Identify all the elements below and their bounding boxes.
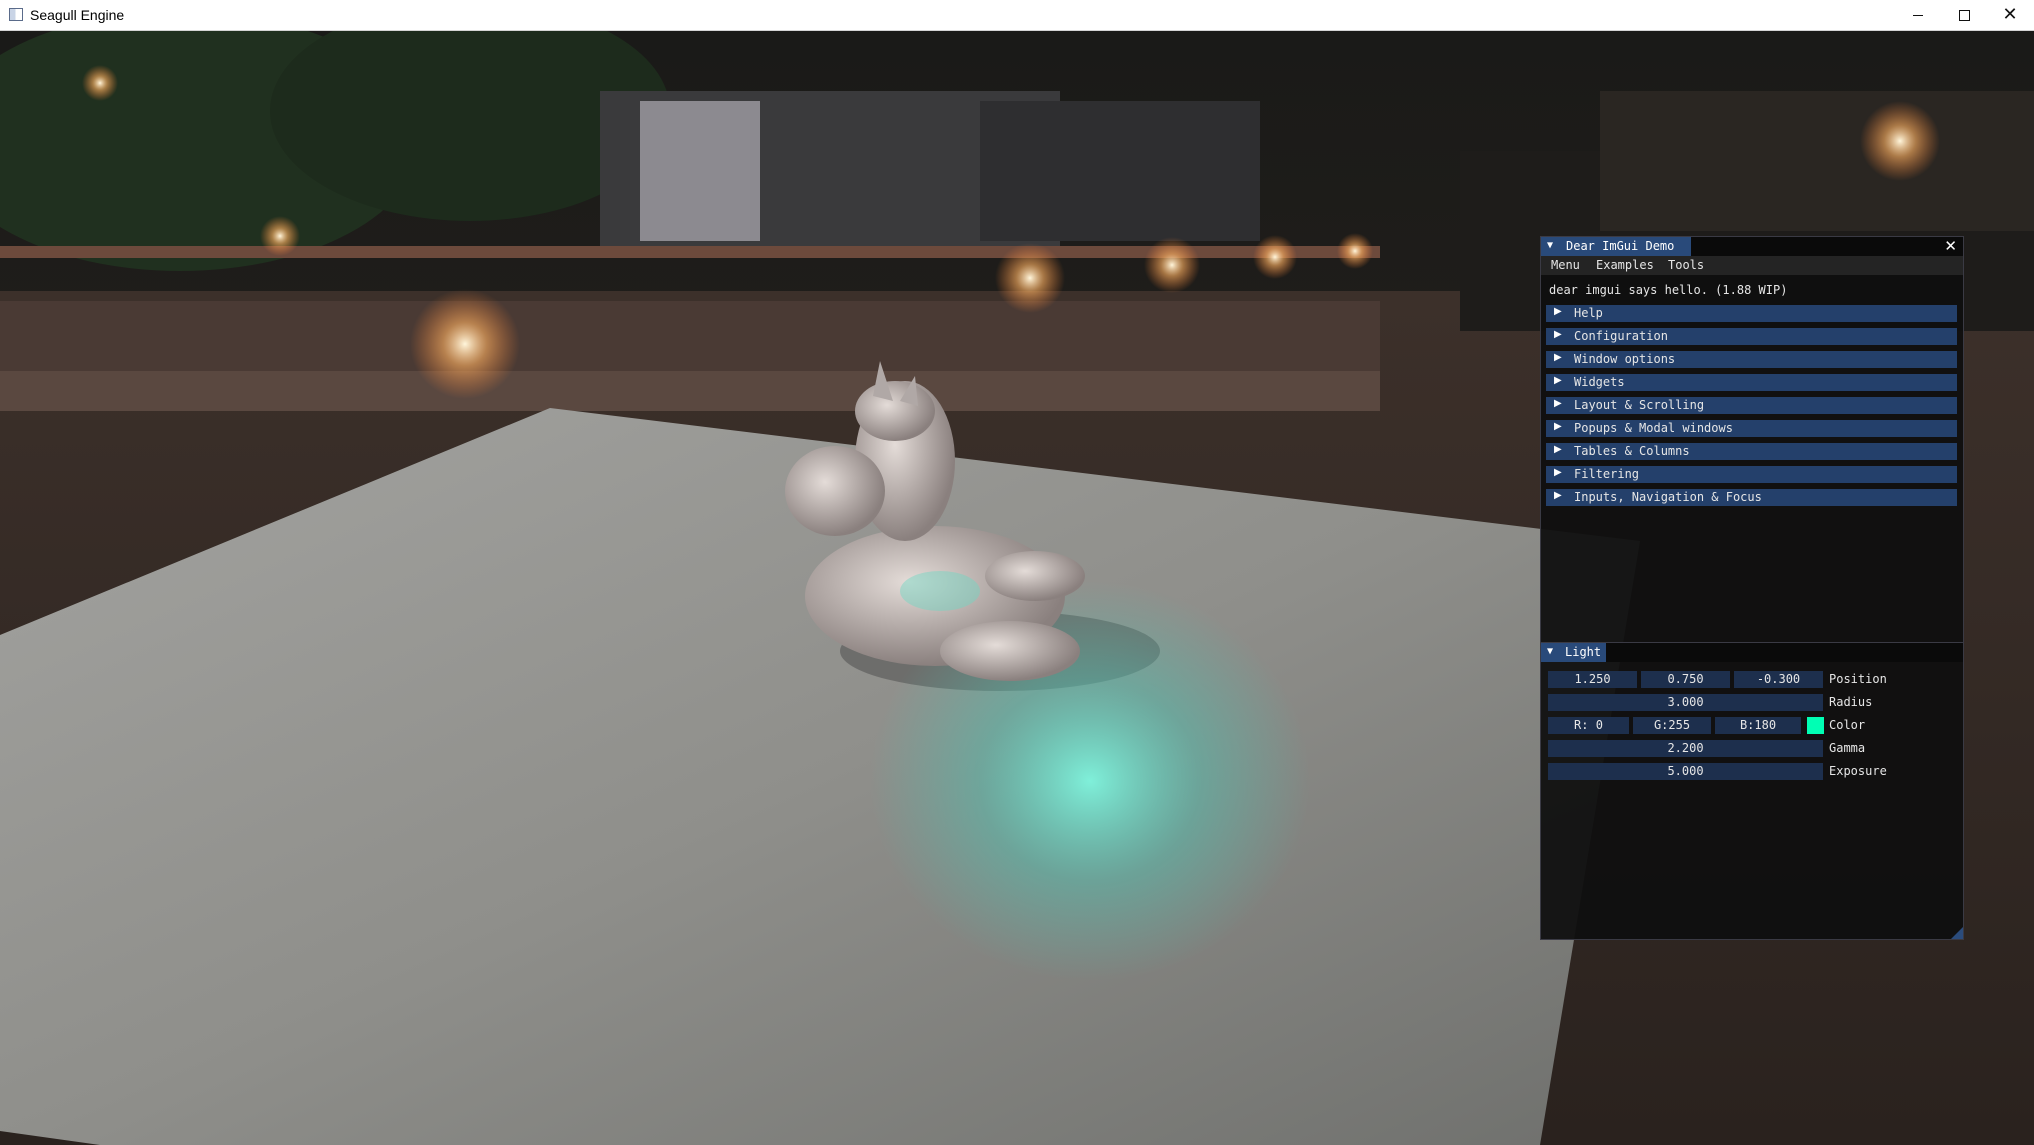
header-label: Filtering <box>1574 467 1640 481</box>
header-filtering[interactable]: ▶ Filtering <box>1546 466 1957 483</box>
exposure-label: Exposure <box>1829 764 1887 778</box>
close-window-button[interactable]: ✕ <box>1987 0 2033 30</box>
color-g-drag[interactable]: G:255 <box>1633 717 1711 734</box>
header-widgets[interactable]: ▶ Widgets <box>1546 374 1957 391</box>
light-title-bar[interactable]: ▼ Light <box>1541 643 1963 662</box>
imgui-close-icon[interactable]: ✕ <box>1944 237 1957 255</box>
expand-arrow-icon: ▶ <box>1554 421 1562 432</box>
position-x-drag[interactable]: 1.250 <box>1548 671 1637 688</box>
color-label: Color <box>1829 718 1866 732</box>
gamma-label: Gamma <box>1829 741 1866 755</box>
imgui-demo-window[interactable]: ▼ Dear ImGui Demo ✕ Menu Examples Tools … <box>1540 236 1964 940</box>
expand-arrow-icon: ▶ <box>1554 306 1562 317</box>
color-b-drag[interactable]: B:180 <box>1715 717 1801 734</box>
gamma-drag[interactable]: 2.200 <box>1548 740 1823 757</box>
imgui-window-title: Dear ImGui Demo <box>1566 239 1675 253</box>
header-layout-scrolling[interactable]: ▶ Layout & Scrolling <box>1546 397 1957 414</box>
collapse-triangle-icon[interactable]: ▼ <box>1547 240 1553 251</box>
expand-arrow-icon: ▶ <box>1554 444 1562 455</box>
resize-grip-icon[interactable] <box>1951 927 1963 939</box>
header-window-options[interactable]: ▶ Window options <box>1546 351 1957 368</box>
color-r-drag[interactable]: R: 0 <box>1548 717 1629 734</box>
header-help[interactable]: ▶ Help <box>1546 305 1957 322</box>
expand-arrow-icon: ▶ <box>1554 467 1562 478</box>
expand-arrow-icon: ▶ <box>1554 375 1562 386</box>
light-window-title: Light <box>1565 645 1602 659</box>
header-tables-columns[interactable]: ▶ Tables & Columns <box>1546 443 1957 460</box>
header-label: Popups & Modal windows <box>1574 421 1733 435</box>
header-label: Widgets <box>1574 375 1625 389</box>
position-label: Position <box>1829 672 1887 686</box>
radius-label: Radius <box>1829 695 1873 709</box>
position-y-drag[interactable]: 0.750 <box>1641 671 1730 688</box>
imgui-title-bar[interactable]: ▼ Dear ImGui Demo ✕ <box>1541 237 1963 256</box>
header-label: Configuration <box>1574 329 1668 343</box>
maximize-icon <box>1958 9 1970 21</box>
close-icon: ✕ <box>2002 4 2018 25</box>
position-z-drag[interactable]: -0.300 <box>1734 671 1823 688</box>
minimize-icon <box>1913 14 1923 16</box>
menu-item-examples[interactable]: Examples <box>1596 258 1654 272</box>
window-title-bar[interactable]: Seagull Engine ✕ <box>0 0 2034 31</box>
header-inputs-navigation[interactable]: ▶ Inputs, Navigation & Focus <box>1546 489 1957 506</box>
header-label: Window options <box>1574 352 1676 366</box>
header-label: Inputs, Navigation & Focus <box>1574 490 1762 504</box>
expand-arrow-icon: ▶ <box>1554 329 1562 340</box>
exposure-drag[interactable]: 5.000 <box>1548 763 1823 780</box>
menu-item-menu[interactable]: Menu <box>1551 258 1580 272</box>
header-label: Layout & Scrolling <box>1574 398 1705 412</box>
imgui-hello-text: dear imgui says hello. (1.88 WIP) <box>1549 283 1788 297</box>
light-title-tab[interactable]: ▼ Light <box>1541 643 1606 662</box>
imgui-menu-bar: Menu Examples Tools <box>1541 256 1963 275</box>
collapse-triangle-icon[interactable]: ▼ <box>1547 646 1553 657</box>
maximize-button[interactable] <box>1941 0 1987 30</box>
window-title: Seagull Engine <box>30 7 125 23</box>
radius-drag[interactable]: 3.000 <box>1548 694 1823 711</box>
expand-arrow-icon: ▶ <box>1554 352 1562 363</box>
expand-arrow-icon: ▶ <box>1554 398 1562 409</box>
app-icon <box>9 8 23 21</box>
header-configuration[interactable]: ▶ Configuration <box>1546 328 1957 345</box>
menu-item-tools[interactable]: Tools <box>1668 258 1704 272</box>
minimize-button[interactable] <box>1895 0 1941 30</box>
header-label: Tables & Columns <box>1574 444 1690 458</box>
expand-arrow-icon: ▶ <box>1554 490 1562 501</box>
imgui-title-tab[interactable]: ▼ Dear ImGui Demo <box>1541 237 1691 256</box>
header-popups-modal[interactable]: ▶ Popups & Modal windows <box>1546 420 1957 437</box>
header-label: Help <box>1574 306 1603 320</box>
color-swatch[interactable] <box>1807 717 1824 734</box>
